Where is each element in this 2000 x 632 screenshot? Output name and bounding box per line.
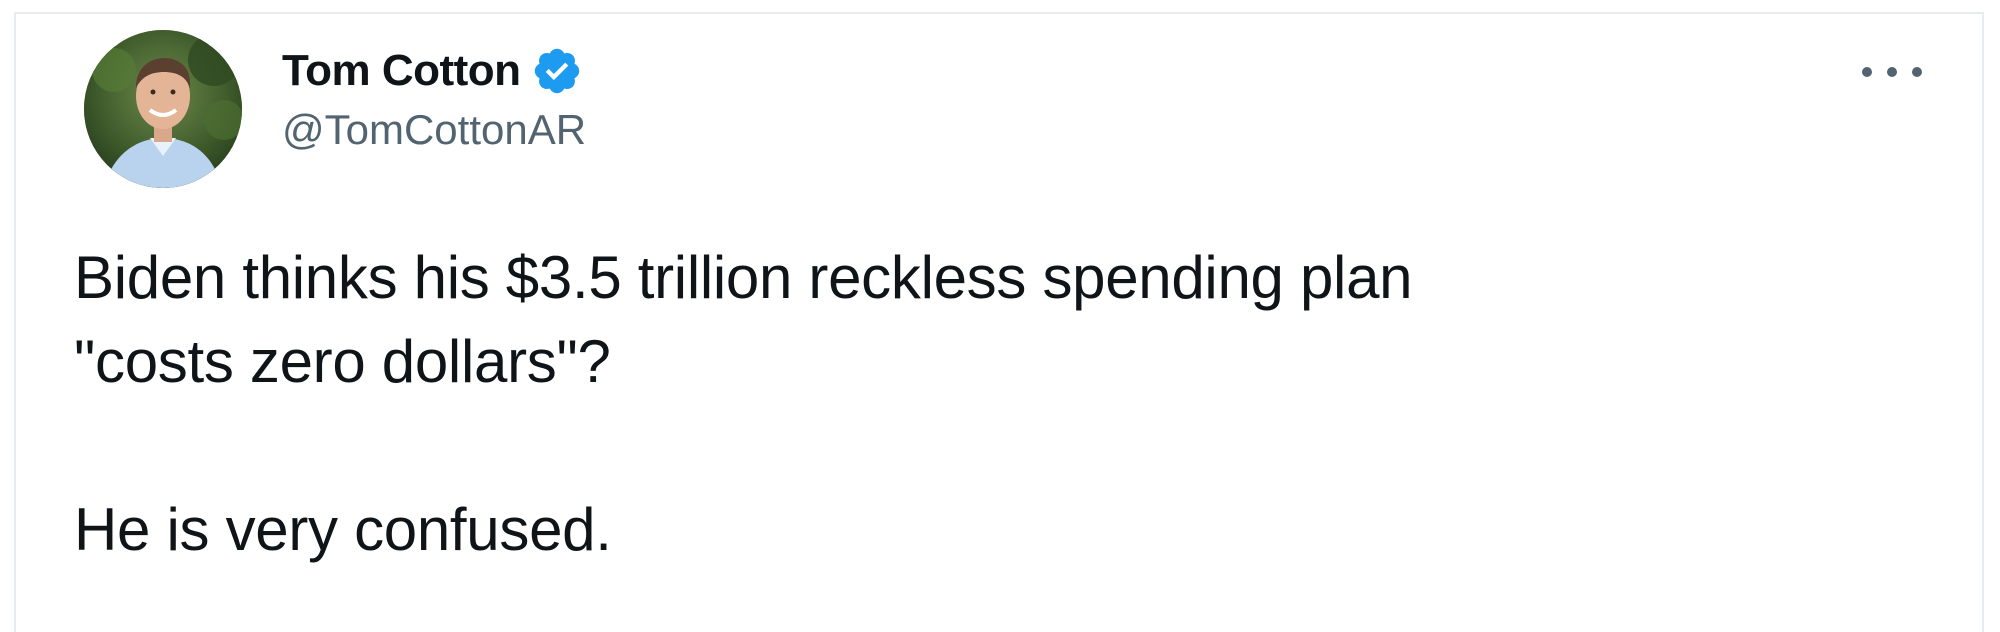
- verified-check-icon: [534, 48, 579, 94]
- author-handle[interactable]: @TomCottonAR: [282, 104, 586, 156]
- more-options-icon: [1862, 67, 1872, 77]
- more-options-icon-dot: [1887, 67, 1897, 77]
- tweet-text-line: "costs zero dollars"?: [74, 328, 611, 395]
- display-name[interactable]: Tom Cotton: [282, 42, 521, 100]
- tweet-text-paragraph: He is very confused.: [74, 496, 612, 563]
- tweet-text: Biden thinks his $3.5 trillion reckless …: [74, 236, 1934, 572]
- name-row: Tom Cotton: [282, 42, 586, 100]
- more-options-button[interactable]: [1862, 58, 1922, 86]
- more-options-icon-dot: [1912, 67, 1922, 77]
- tweet-text-line: Biden thinks his $3.5 trillion reckless …: [74, 244, 1413, 311]
- author-block: Tom Cotton @TomCottonAR: [282, 42, 586, 156]
- avatar[interactable]: [84, 30, 242, 188]
- avatar-image: [84, 30, 242, 188]
- tweet-card[interactable]: Tom Cotton @TomCottonAR Biden thinks his…: [14, 12, 1984, 632]
